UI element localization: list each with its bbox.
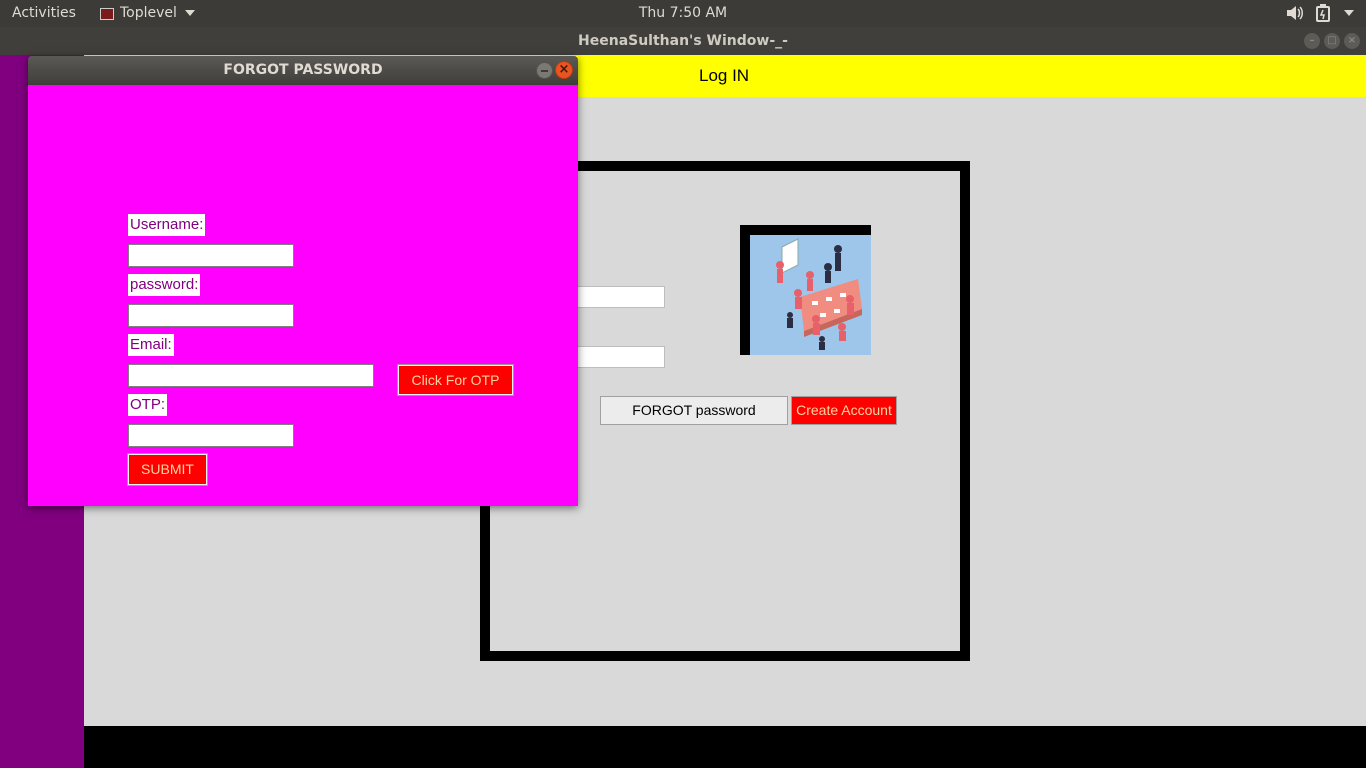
otp-label: OTP:: [128, 394, 168, 416]
page-title: Log IN: [699, 66, 750, 85]
system-tray[interactable]: [1286, 4, 1354, 22]
main-window-titlebar[interactable]: HeenaSulthan's Window-_- – □ ×: [0, 27, 1366, 55]
speaker-icon[interactable]: [1286, 5, 1304, 21]
system-menu-icon[interactable]: [1344, 10, 1354, 16]
forgot-password-dialog: FORGOT PASSWORD × Username: password: Em…: [28, 56, 578, 506]
dialog-body: [28, 85, 578, 506]
maximize-icon[interactable]: □: [1324, 33, 1340, 49]
otp-input[interactable]: [128, 424, 294, 447]
email-label: Email:: [128, 334, 174, 356]
password-input[interactable]: [128, 304, 294, 327]
dialog-title: FORGOT PASSWORD: [223, 62, 383, 78]
minimize-icon[interactable]: –: [1304, 33, 1320, 49]
battery-icon[interactable]: [1316, 4, 1330, 22]
footer-bar: [84, 726, 1366, 768]
username-label: Username:: [128, 214, 206, 236]
create-account-button[interactable]: Create Account: [791, 396, 897, 425]
close-icon[interactable]: ×: [555, 61, 573, 79]
username-input[interactable]: [128, 244, 294, 267]
main-window-title: HeenaSulthan's Window-_-: [578, 33, 788, 49]
dialog-titlebar[interactable]: FORGOT PASSWORD: [28, 56, 578, 85]
click-for-otp-button[interactable]: Click For OTP: [397, 364, 514, 396]
top-panel: Activities Toplevel Thu 7:50 AM: [0, 0, 1366, 27]
team-meeting-illustration: [750, 235, 871, 355]
clock[interactable]: Thu 7:50 AM: [0, 5, 1366, 21]
email-input[interactable]: [128, 364, 374, 387]
minimize-icon[interactable]: [536, 62, 553, 79]
password-label: password:: [128, 274, 201, 296]
submit-button[interactable]: SUBMIT: [127, 453, 208, 486]
forgot-password-button[interactable]: FORGOT password: [600, 396, 788, 425]
close-icon[interactable]: ×: [1344, 33, 1360, 49]
